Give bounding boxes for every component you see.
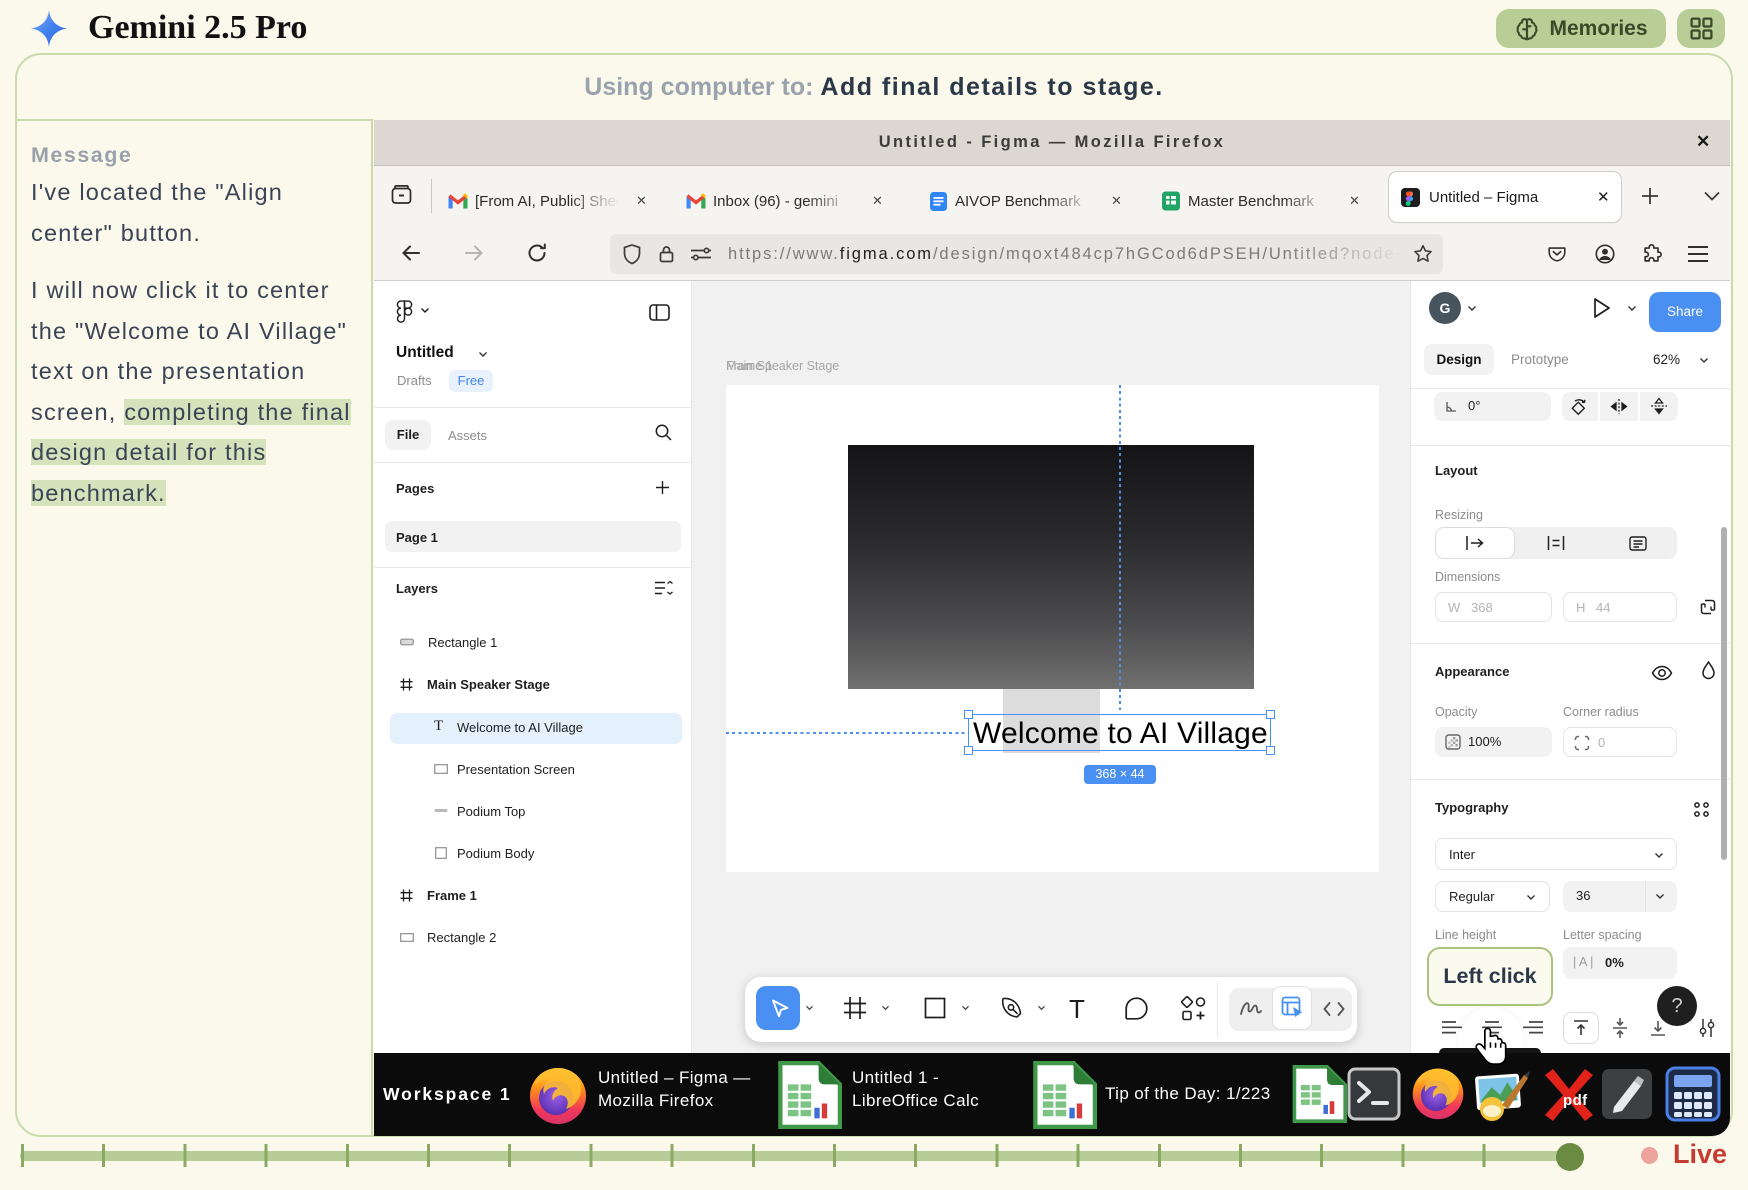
svg-text:pdf: pdf <box>1563 1092 1588 1109</box>
